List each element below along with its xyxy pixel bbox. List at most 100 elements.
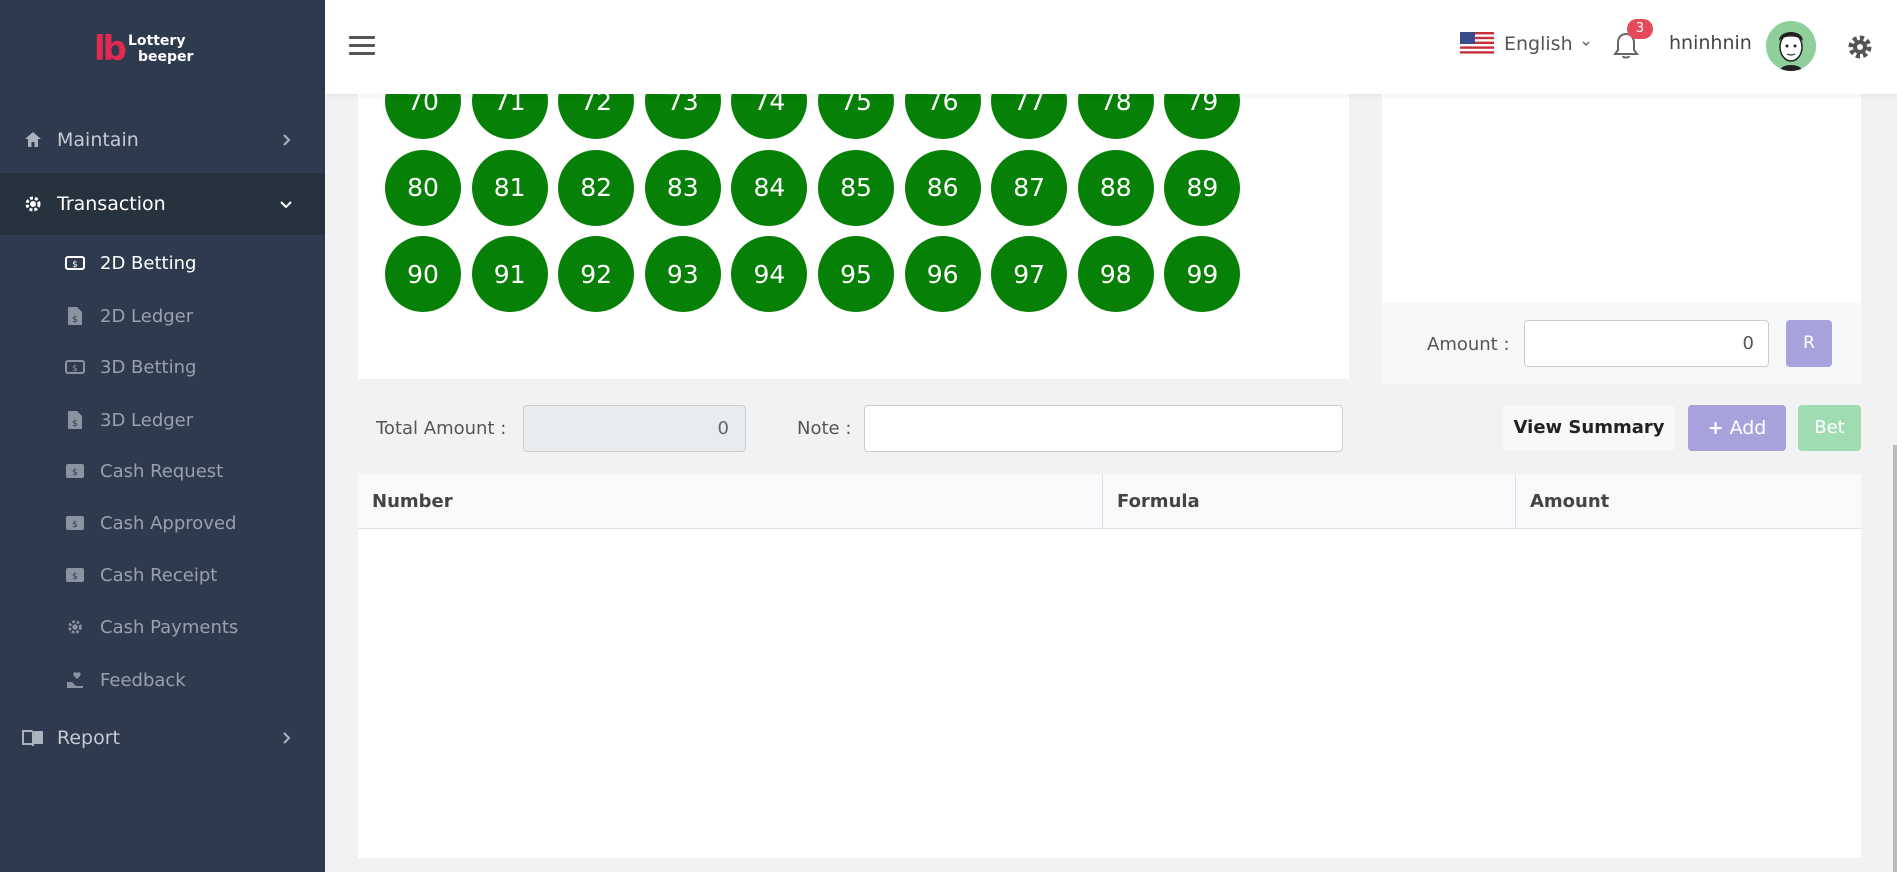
bets-table: Number Formula Amount	[358, 474, 1861, 858]
chevron-right-icon	[283, 732, 291, 744]
sidebar-item-label: Report	[57, 727, 120, 749]
sidebar-item-label: Transaction	[57, 193, 166, 215]
svg-text:$: $	[72, 468, 78, 478]
chevron-down-icon	[1582, 41, 1590, 47]
number-ball-90[interactable]: 90	[385, 236, 461, 312]
sidebar-subitem-label: 3D Betting	[100, 356, 197, 378]
cash-icon: $	[65, 565, 85, 585]
sidebar-item-transaction[interactable]: Transaction	[0, 173, 325, 235]
number-ball-95[interactable]: 95	[818, 236, 894, 312]
chevron-down-icon	[280, 201, 292, 209]
sidebar-subitem-label: Cash Payments	[100, 616, 239, 638]
note-label: Note :	[797, 418, 852, 439]
number-ball-88[interactable]: 88	[1077, 149, 1154, 226]
svg-text:$: $	[72, 364, 78, 374]
number-ball-81[interactable]: 81	[471, 149, 548, 226]
svg-text:$: $	[72, 572, 78, 582]
sidebar-subitem-cash-approved[interactable]: $ Cash Approved	[0, 497, 325, 549]
sidebar-subitem-cash-receipt[interactable]: $ Cash Receipt	[0, 549, 325, 601]
book-icon	[22, 727, 44, 749]
file-dollar-icon: $	[65, 410, 85, 430]
amount-label: Amount :	[1427, 334, 1510, 355]
chevron-right-icon	[283, 134, 291, 146]
number-ball-87[interactable]: 87	[991, 149, 1068, 226]
number-ball-98[interactable]: 98	[1077, 236, 1154, 312]
number-ball-86[interactable]: 86	[904, 149, 981, 226]
sidebar-subitem-2d-ledger[interactable]: $ 2D Ledger	[0, 290, 325, 342]
cash-icon: $	[65, 253, 85, 273]
svg-text:$: $	[72, 260, 78, 270]
number-ball-91[interactable]: 91	[471, 236, 548, 312]
logo-mark: lb	[94, 29, 127, 69]
brand-logo[interactable]: lb Lottery beeper	[94, 28, 193, 70]
sidebar-subitem-label: 2D Ledger	[100, 305, 194, 327]
avatar[interactable]	[1766, 21, 1816, 71]
number-ball-96[interactable]: 96	[904, 236, 981, 312]
language-selector[interactable]: English	[1460, 32, 1591, 56]
sidebar-subitem-label: 2D Betting	[100, 252, 197, 274]
top-bar: English 3 hninhnin	[325, 0, 1897, 94]
menu-toggle-icon[interactable]	[349, 36, 375, 56]
number-ball-92[interactable]: 92	[558, 236, 635, 312]
number-ball-94[interactable]: 94	[731, 236, 808, 312]
svg-text:$: $	[72, 419, 78, 429]
feedback-icon	[65, 670, 85, 690]
sidebar-subitem-label: Cash Receipt	[100, 564, 218, 586]
number-ball-83[interactable]: 83	[644, 149, 721, 226]
sidebar-subitem-3d-betting[interactable]: $ 3D Betting	[0, 341, 325, 393]
sidebar-subitem-3d-ledger[interactable]: $ 3D Ledger	[0, 394, 325, 446]
gear-icon	[22, 193, 44, 215]
column-header-amount[interactable]: Amount	[1516, 474, 1861, 529]
column-header-number[interactable]: Number	[358, 474, 1103, 529]
number-grid: 70 71 72 73 74 75 76 77 78 79 80 81 82 83 84 85 86 87 88 89…	[358, 60, 1349, 379]
total-amount-label: Total Amount :	[376, 418, 507, 439]
username[interactable]: hninhnin	[1669, 32, 1752, 54]
sidebar-subitem-feedback[interactable]: Feedback	[0, 654, 325, 706]
number-ball-97[interactable]: 97	[991, 236, 1068, 312]
note-input[interactable]	[864, 405, 1343, 452]
number-ball-80[interactable]: 80	[385, 149, 461, 226]
total-amount-field: 0	[523, 405, 746, 452]
settings-gear-icon[interactable]	[1846, 33, 1874, 61]
r-button[interactable]: R	[1786, 320, 1832, 367]
sidebar-item-maintain[interactable]: Maintain	[0, 109, 325, 171]
number-ball-84[interactable]: 84	[731, 149, 808, 226]
sidebar-subitem-label: 3D Ledger	[100, 409, 194, 431]
number-ball-93[interactable]: 93	[644, 236, 721, 312]
language-label: English	[1504, 33, 1573, 55]
number-ball-85[interactable]: 85	[818, 149, 894, 226]
plus-icon: +	[1707, 417, 1724, 439]
page-scrollbar[interactable]	[1893, 445, 1897, 872]
add-button-label: Add	[1729, 417, 1767, 439]
column-header-formula[interactable]: Formula	[1103, 474, 1516, 529]
cash-icon: $	[65, 461, 85, 481]
sidebar-subitem-cash-payments[interactable]: Cash Payments	[0, 601, 325, 653]
file-dollar-icon: $	[65, 306, 85, 326]
sidebar-item-label: Maintain	[57, 129, 139, 151]
number-ball-89[interactable]: 89	[1164, 149, 1241, 226]
add-button[interactable]: + Add	[1688, 405, 1786, 451]
cash-icon: $	[65, 357, 85, 377]
gear-icon	[65, 617, 85, 637]
sidebar-subitem-label: Cash Request	[100, 460, 224, 482]
table-header: Number Formula Amount	[358, 474, 1861, 529]
logo-line-1: Lottery	[128, 33, 186, 49]
number-ball-82[interactable]: 82	[558, 149, 635, 226]
amount-input[interactable]: 0	[1524, 320, 1769, 367]
logo-line-2: beeper	[138, 49, 194, 65]
svg-text:$: $	[72, 520, 78, 530]
sidebar-subitem-cash-request[interactable]: $ Cash Request	[0, 445, 325, 497]
view-summary-button[interactable]: View Summary	[1503, 405, 1675, 451]
us-flag-icon	[1460, 32, 1494, 56]
sidebar: lb Lottery beeper Maintain Transaction $…	[0, 0, 325, 872]
bet-button[interactable]: Bet	[1798, 405, 1861, 451]
sidebar-subitem-label: Cash Approved	[100, 512, 237, 534]
cash-icon: $	[65, 513, 85, 533]
number-ball-99[interactable]: 99	[1164, 236, 1241, 312]
notification-badge: 3	[1627, 19, 1653, 39]
sidebar-subitem-2d-betting[interactable]: $ 2D Betting	[0, 237, 325, 289]
sidebar-subitem-label: Feedback	[100, 669, 186, 691]
home-icon	[22, 129, 44, 151]
svg-text:$: $	[72, 315, 78, 325]
sidebar-item-report[interactable]: Report	[0, 707, 325, 769]
